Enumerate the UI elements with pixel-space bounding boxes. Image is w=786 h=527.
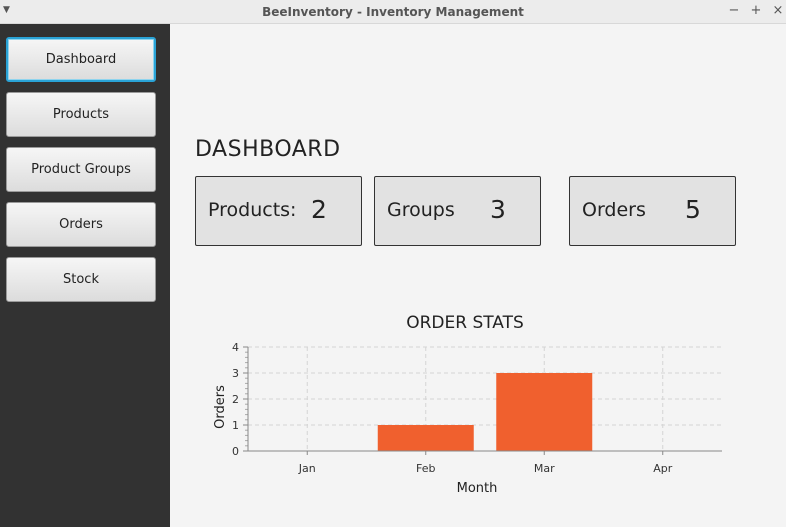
y-tick-label: 0 xyxy=(232,445,239,458)
stat-value: 3 xyxy=(490,195,506,224)
y-tick-label: 3 xyxy=(232,367,239,380)
stat-label: Groups xyxy=(387,199,455,221)
stat-label: Orders xyxy=(582,199,646,221)
y-tick-label: 1 xyxy=(232,419,239,432)
minimize-icon[interactable]: − xyxy=(727,3,741,18)
sidebar-item-orders[interactable]: Orders xyxy=(6,202,156,247)
stat-card-products: Products: 2 xyxy=(195,176,362,246)
sidebar-item-product-groups[interactable]: Product Groups xyxy=(6,147,156,192)
y-tick-label: 2 xyxy=(232,393,239,406)
title-bar: ▼ BeeInventory - Inventory Management − … xyxy=(0,0,786,24)
sidebar-item-stock[interactable]: Stock xyxy=(6,257,156,302)
x-tick-label: Feb xyxy=(416,462,435,475)
stat-label: Products: xyxy=(208,199,297,221)
sidebar-item-products[interactable]: Products xyxy=(6,92,156,137)
page-title: DASHBOARD xyxy=(195,137,341,162)
bar-feb xyxy=(377,425,474,451)
y-axis-label: Orders xyxy=(213,385,228,429)
close-icon[interactable]: × xyxy=(771,3,785,18)
chart-title: ORDER STATS xyxy=(406,313,524,333)
sidebar-item-dashboard[interactable]: Dashboard xyxy=(6,37,156,82)
x-tick-label: Apr xyxy=(653,462,673,475)
x-tick-label: Jan xyxy=(298,462,316,475)
y-tick-label: 4 xyxy=(232,341,239,354)
x-tick-label: Mar xyxy=(534,462,555,475)
bar-mar xyxy=(496,373,593,451)
stat-value: 5 xyxy=(685,195,701,224)
stat-card-groups: Groups 3 xyxy=(374,176,541,246)
maximize-icon[interactable]: + xyxy=(749,3,763,18)
order-stats-chart: 0 1 2 3 4 Jan Feb Mar Apr Month Orders xyxy=(213,341,722,496)
stat-card-orders: Orders 5 xyxy=(569,176,736,246)
x-axis-label: Month xyxy=(457,481,498,496)
sidebar: Dashboard Products Product Groups Orders… xyxy=(0,24,170,527)
stat-value: 2 xyxy=(311,195,327,224)
window-title: BeeInventory - Inventory Management xyxy=(262,5,524,19)
